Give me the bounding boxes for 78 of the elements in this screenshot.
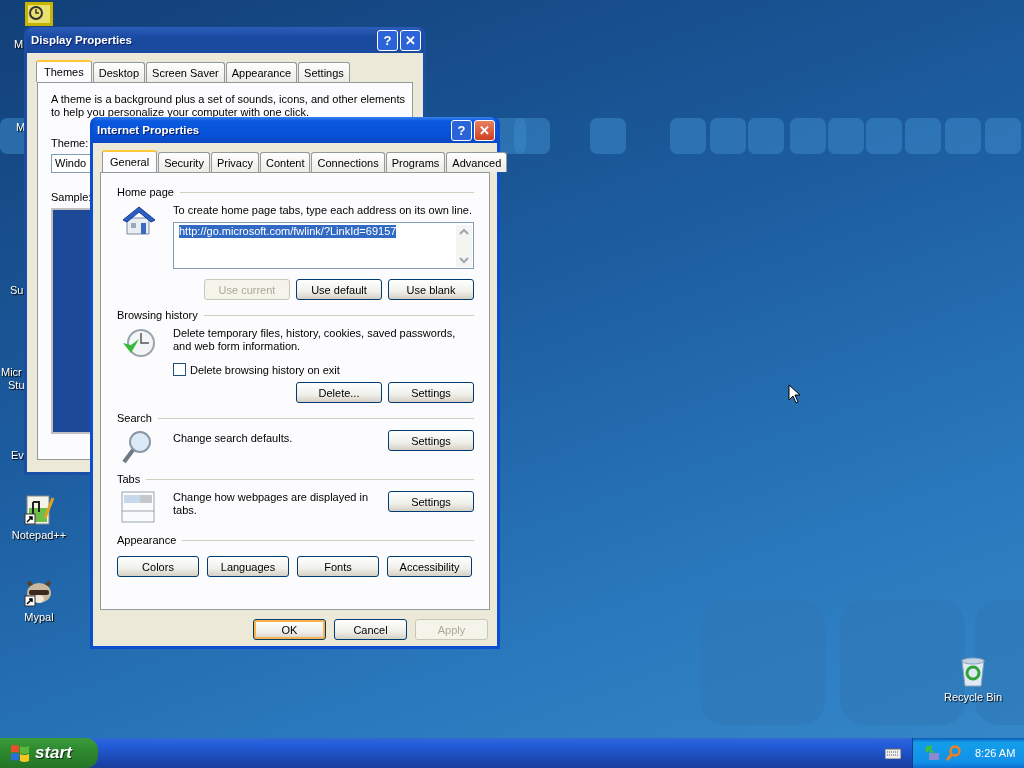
tab[interactable]: Advanced bbox=[446, 152, 508, 172]
close-button[interactable]: ✕ bbox=[474, 119, 495, 141]
theme-label: Theme: bbox=[51, 137, 89, 149]
description-text: Delete temporary files, history, cookies, saved passwords, and web form information. bbox=[173, 327, 457, 353]
section-heading: Browsing history bbox=[117, 309, 198, 321]
clock-icon bbox=[121, 327, 157, 359]
windows-logo-icon bbox=[10, 744, 30, 762]
tab[interactable]: Connections bbox=[311, 152, 385, 172]
description-text: Change search defaults. bbox=[173, 432, 294, 445]
tab[interactable]: Settings bbox=[298, 62, 350, 82]
action-button[interactable]: Colors bbox=[117, 556, 199, 577]
section-heading: Tabs bbox=[117, 473, 141, 485]
section-heading: Search bbox=[117, 412, 152, 424]
tab[interactable]: Content bbox=[259, 152, 311, 172]
icon-label: Recycle Bin bbox=[943, 691, 1003, 703]
clock-icon[interactable] bbox=[25, 2, 53, 26]
tab[interactable]: Programs bbox=[385, 152, 446, 172]
icon-label: Micr bbox=[1, 366, 22, 378]
checkbox-label: Delete browsing history on exit bbox=[190, 363, 340, 376]
wallpaper-tile bbox=[985, 118, 1021, 154]
keyboard-icon[interactable] bbox=[885, 747, 901, 759]
action-button[interactable]: Accessibility bbox=[387, 556, 472, 577]
description-text: To create home page tabs, type each address on its own line. bbox=[173, 204, 473, 217]
help-button[interactable]: ? bbox=[451, 119, 472, 141]
action-button[interactable]: Delete... bbox=[296, 382, 382, 403]
wallpaper-tile bbox=[670, 118, 706, 154]
action-button[interactable]: Settings bbox=[388, 382, 474, 403]
action-button[interactable]: Fonts bbox=[297, 556, 379, 577]
tab[interactable]: General bbox=[102, 150, 158, 172]
wallpaper-tile bbox=[945, 118, 981, 154]
section-heading: Appearance bbox=[117, 534, 177, 546]
tab[interactable]: Screen Saver bbox=[146, 62, 225, 82]
wallpaper-tile bbox=[790, 118, 826, 154]
help-button[interactable]: ? bbox=[377, 29, 398, 51]
description-text: A theme is a background plus a set of sounds, icons, and other elements to help you personalize your computer with one click. bbox=[51, 93, 407, 119]
start-button[interactable]: start bbox=[0, 738, 98, 768]
action-button[interactable]: Languages bbox=[207, 556, 289, 577]
dialog-button[interactable]: Cancel bbox=[334, 619, 407, 640]
icon-label: M bbox=[14, 38, 24, 50]
address-text: http://go.microsoft.com/fwlink/?LinkId=69157 bbox=[179, 225, 397, 238]
icon-label: Stu bbox=[8, 379, 25, 391]
tab[interactable]: Privacy bbox=[210, 152, 259, 172]
tab[interactable]: Security bbox=[158, 152, 210, 172]
checkbox[interactable] bbox=[173, 363, 186, 376]
search-icon bbox=[121, 430, 153, 464]
window-title: Display Properties bbox=[30, 34, 133, 46]
scrollbar[interactable] bbox=[456, 225, 472, 267]
house-icon bbox=[121, 204, 157, 236]
wallpaper-tile bbox=[828, 118, 864, 154]
wallpaper-tile bbox=[905, 118, 941, 154]
action-button[interactable]: Use default bbox=[296, 279, 382, 300]
wallpaper-tile bbox=[514, 118, 550, 154]
sample-label: Sample: bbox=[51, 191, 92, 203]
icon-label: Mypal bbox=[24, 611, 54, 623]
tab[interactable]: Appearance bbox=[225, 62, 298, 82]
icon-label: Su bbox=[10, 284, 24, 296]
icon-label: M bbox=[16, 121, 26, 133]
action-button[interactable]: Use blank bbox=[388, 279, 474, 300]
wallpaper-tile bbox=[590, 118, 626, 154]
cursor-icon bbox=[788, 384, 801, 404]
close-button[interactable]: ✕ bbox=[400, 29, 421, 51]
dialog-button[interactable]: OK bbox=[253, 619, 326, 640]
address-field[interactable]: http://go.microsoft.com/fwlink/?LinkId=69157 bbox=[173, 222, 474, 269]
settings-button[interactable]: Settings bbox=[388, 430, 474, 451]
clock: 8:26 AM bbox=[975, 747, 1016, 759]
wallpaper-tile bbox=[866, 118, 902, 154]
icon-label: Notepad++ bbox=[11, 529, 67, 541]
section-heading: Home page bbox=[117, 186, 174, 198]
tab[interactable]: Themes bbox=[36, 60, 92, 82]
window-title: Internet Properties bbox=[96, 124, 201, 136]
notepad-icon[interactable] bbox=[23, 494, 55, 526]
tabs-window-icon bbox=[121, 491, 155, 523]
wallpaper-tile bbox=[748, 118, 784, 154]
icon-label: Ev bbox=[11, 449, 24, 461]
wallpaper-tile bbox=[710, 118, 746, 154]
tab[interactable]: Desktop bbox=[92, 62, 146, 82]
settings-button[interactable]: Settings bbox=[388, 491, 474, 512]
description-text: Change how webpages are displayed in tabs. bbox=[173, 491, 370, 517]
